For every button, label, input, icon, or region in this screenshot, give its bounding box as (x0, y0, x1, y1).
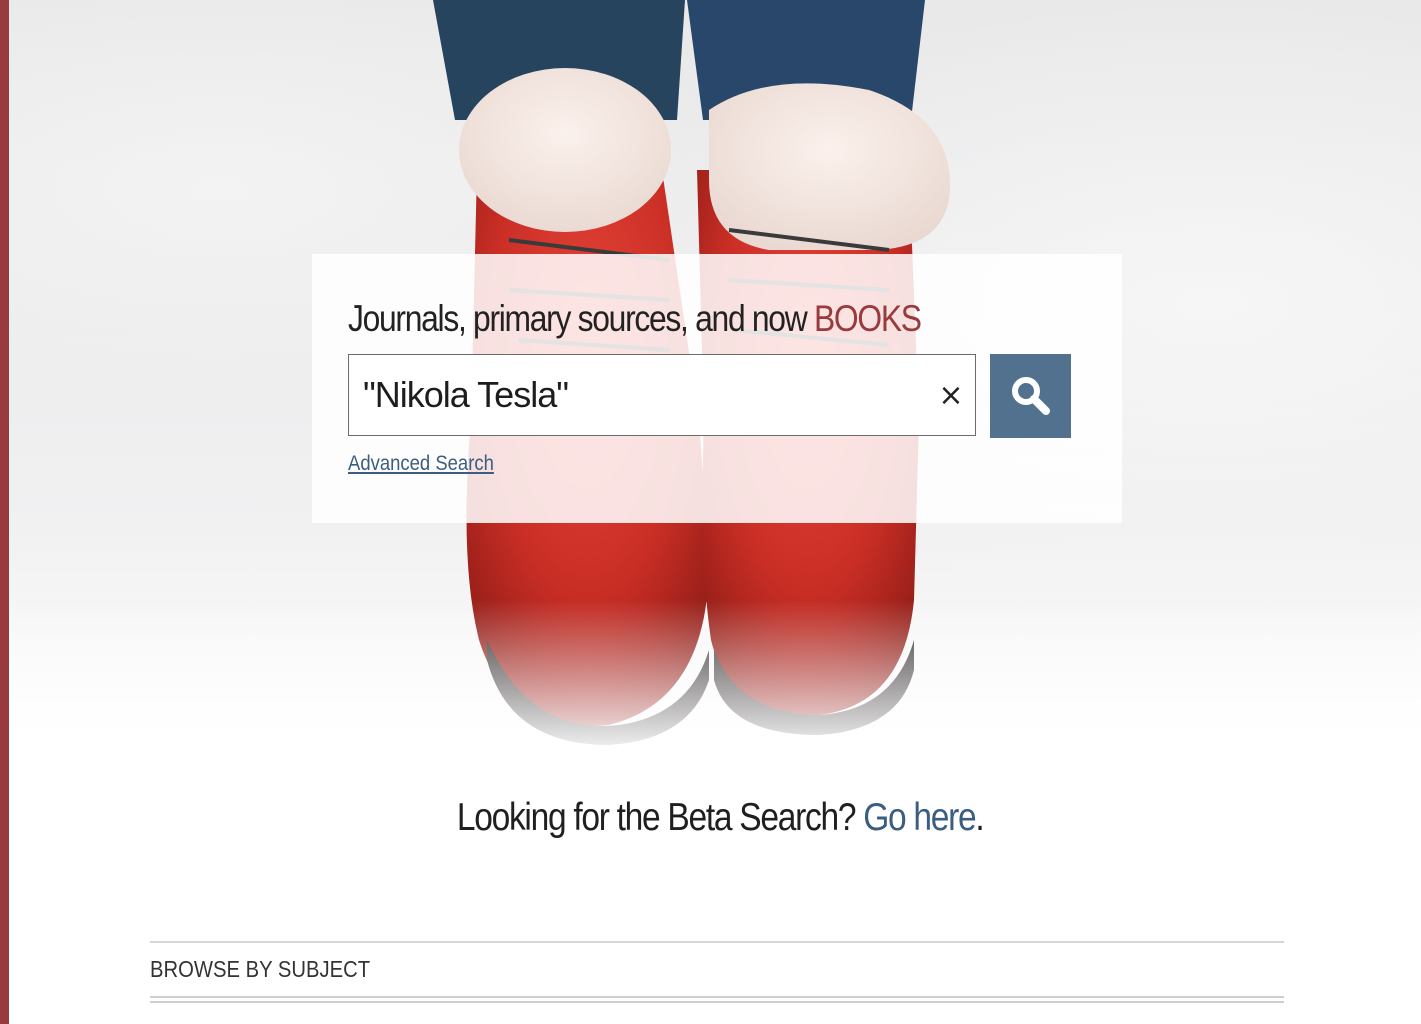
search-heading: Journals, primary sources, and now BOOKS (348, 298, 922, 340)
left-brand-rail (0, 0, 9, 1024)
browse-by-subject-heading: BROWSE BY SUBJECT (150, 956, 371, 982)
search-box: × (348, 354, 976, 436)
advanced-search-link[interactable]: Advanced Search (348, 452, 494, 476)
search-panel: Journals, primary sources, and now BOOKS… (312, 254, 1122, 523)
left-sole (487, 640, 709, 745)
beta-search-callout: Looking for the Beta Search? Go here. (0, 796, 1421, 840)
beta-prompt-text: Looking for the Beta Search? (457, 796, 864, 839)
beta-suffix: . (975, 796, 985, 839)
right-sole (714, 640, 914, 735)
beta-go-here-link[interactable]: Go here (864, 796, 977, 839)
search-heading-prefix: Journals, primary sources, and now (348, 298, 814, 339)
right-fleece-cuff (709, 83, 950, 250)
search-heading-accent: BOOKS (813, 298, 922, 339)
clear-search-button[interactable]: × (933, 377, 969, 413)
search-button[interactable] (990, 354, 1071, 438)
left-fleece-cuff (459, 68, 671, 232)
browse-bottom-divider (150, 996, 1284, 1003)
browse-top-divider (150, 941, 1284, 943)
page: Journals, primary sources, and now BOOKS… (0, 0, 1421, 1024)
search-input[interactable] (349, 355, 929, 435)
magnifier-icon (1011, 377, 1050, 415)
